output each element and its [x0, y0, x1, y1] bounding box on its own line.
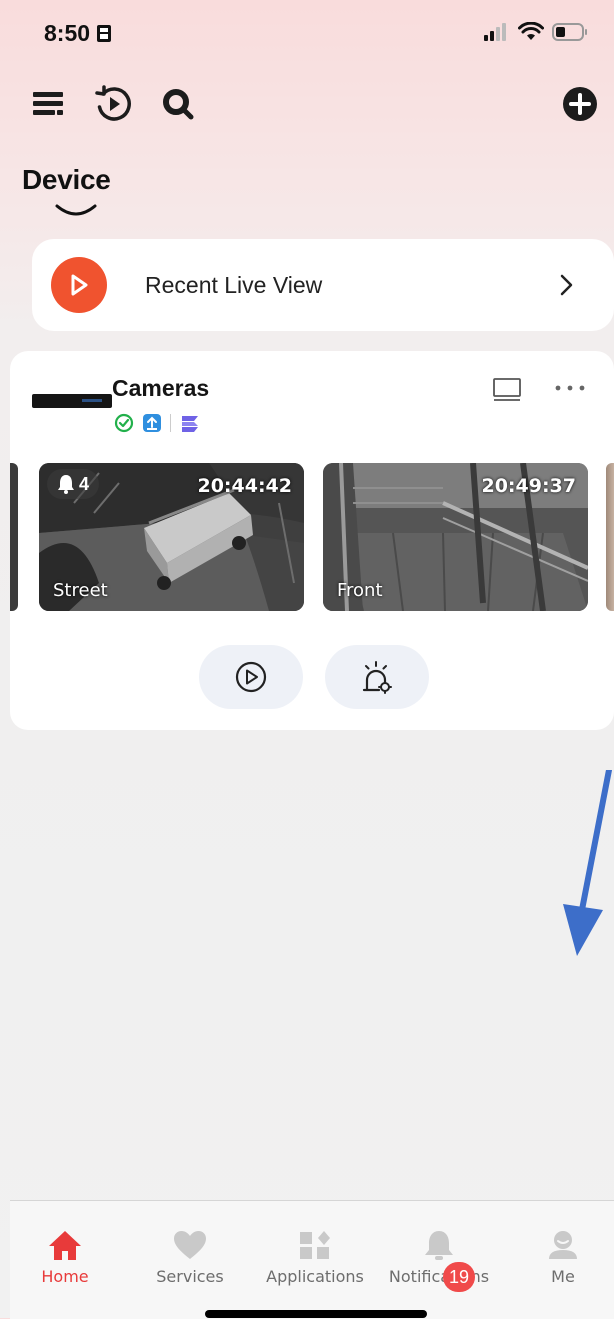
- menu-list-icon: [33, 92, 63, 115]
- play-circle-icon: [235, 661, 267, 693]
- storage-icon: [182, 416, 198, 432]
- online-check-icon: [114, 413, 134, 433]
- active-tab-indicator: [55, 204, 97, 216]
- alert-count: 4: [79, 473, 90, 494]
- cellular-signal-icon: [484, 23, 506, 41]
- annotation-arrow: [563, 770, 612, 956]
- device-status-badges: [114, 413, 201, 433]
- cameras-device-card[interactable]: Cameras 4 20:44:42 Street 20:49:37 Front: [10, 351, 614, 730]
- recent-live-view-label: Recent Live View: [145, 271, 323, 298]
- bottom-tab-bar: Home Services Applications Notifications…: [10, 1200, 614, 1319]
- alarm-settings-pill-button[interactable]: [325, 645, 429, 709]
- tab-label: Home: [41, 1267, 89, 1286]
- playback-button[interactable]: [94, 84, 134, 124]
- tab-services[interactable]: Services: [135, 1229, 245, 1286]
- recent-live-view-card[interactable]: Recent Live View: [32, 239, 614, 331]
- camera-thumbnail-front[interactable]: 20:49:37 Front: [323, 463, 588, 611]
- add-device-button[interactable]: [560, 84, 600, 124]
- bell-icon: [425, 1231, 453, 1260]
- camera-timestamp: 20:49:37: [481, 475, 576, 497]
- playback-pill-button[interactable]: [199, 645, 303, 709]
- tab-label: Me: [551, 1267, 575, 1286]
- user-icon: [549, 1231, 577, 1259]
- tab-label: Applications: [266, 1267, 364, 1286]
- nvr-device-image: [32, 394, 112, 408]
- tab-home[interactable]: Home: [10, 1229, 120, 1286]
- status-bar-time: 8:50: [44, 20, 112, 47]
- cloud-upload-icon: [143, 414, 161, 432]
- camera-thumbnail-street[interactable]: 4 20:44:42 Street: [39, 463, 304, 611]
- camera-timestamp: 20:44:42: [197, 475, 292, 497]
- sim-card-icon: [97, 25, 112, 42]
- device-tab-title[interactable]: Device: [22, 164, 111, 196]
- menu-button[interactable]: [28, 84, 68, 124]
- plus-circle-icon: [563, 87, 597, 121]
- search-button[interactable]: [158, 84, 198, 124]
- thumbnail-peek-left[interactable]: [10, 463, 18, 611]
- tab-applications[interactable]: Applications: [260, 1229, 370, 1286]
- screen-view-button[interactable]: [492, 377, 522, 403]
- home-indicator: [205, 1310, 427, 1318]
- status-bar-indicators: [484, 22, 588, 42]
- heart-icon: [174, 1231, 206, 1259]
- home-icon: [49, 1231, 81, 1260]
- alarm-settings-icon: [362, 661, 392, 694]
- tab-notifications[interactable]: Notifications: [384, 1229, 494, 1286]
- tab-label: Services: [156, 1267, 224, 1286]
- applications-icon: [300, 1231, 330, 1259]
- device-name: Cameras: [112, 375, 210, 401]
- thumbnail-peek-right[interactable]: [606, 463, 614, 611]
- camera-name: Front: [337, 580, 383, 601]
- badge-separator: [170, 414, 171, 432]
- bell-icon: [58, 475, 74, 494]
- live-view-icon: [51, 257, 107, 313]
- tab-me[interactable]: Me: [508, 1229, 614, 1286]
- camera-name: Street: [53, 580, 108, 601]
- playback-history-icon: [95, 85, 131, 121]
- more-options-button[interactable]: [554, 383, 586, 393]
- alert-count-badge: 4: [47, 469, 100, 499]
- wifi-icon: [518, 22, 544, 40]
- search-icon: [163, 89, 194, 120]
- battery-icon: [552, 23, 587, 41]
- chevron-right-icon: [560, 274, 573, 296]
- notification-count-badge: 19: [443, 1262, 476, 1292]
